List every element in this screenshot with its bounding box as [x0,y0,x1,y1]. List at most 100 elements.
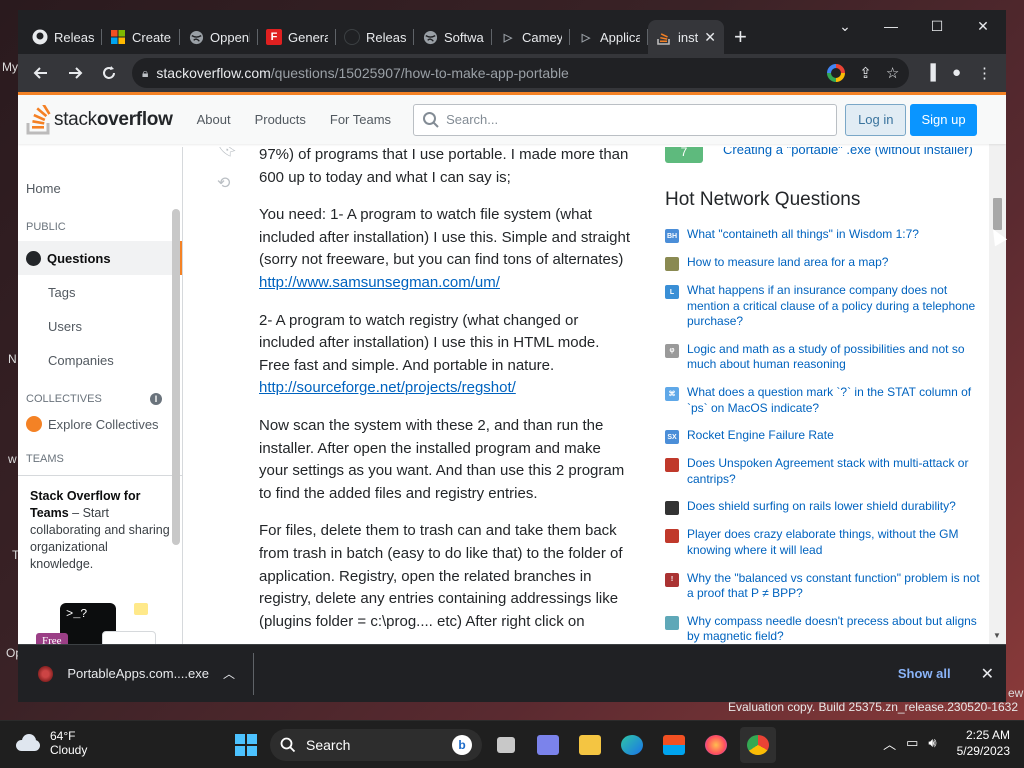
taskbar-app-task-view[interactable] [488,727,524,763]
hnq-link[interactable]: Logic and math as a study of possibiliti… [687,342,985,373]
desktop-fragment: N [8,352,17,366]
browser-tab[interactable]: ▷ Cameyo [492,20,570,54]
browser-tab-active[interactable]: inst ✕ [648,20,724,54]
free-badge: Free [36,633,68,644]
forward-button[interactable] [60,58,90,88]
hnq-link[interactable]: What does a question mark `?` in the STA… [687,385,985,416]
nav-about[interactable]: About [197,112,231,127]
hot-network-questions-heading: Hot Network Questions [665,189,861,210]
tab-label: Softwa [444,29,484,45]
sidebar-item-tags[interactable]: Tags [18,275,182,309]
desktop-fragment: w [8,452,17,466]
windows-logo-icon [235,734,257,756]
answer-actions: 🔖︎ ⟲ [217,147,237,193]
browser-tab[interactable]: Release [24,20,102,54]
scroll-down-icon[interactable]: ▼ [993,631,1001,640]
weather-widget[interactable]: 64°F Cloudy [14,729,87,757]
taskbar-search[interactable]: Search b [270,729,482,761]
show-all-button[interactable]: Show all [898,666,951,681]
close-window-button[interactable]: ✕ [960,10,1006,42]
side-panel-icon[interactable]: ▐ [925,64,936,82]
bookmark-icon[interactable]: 🔖︎ [217,147,237,159]
download-item[interactable]: PortableApps.com....exe ︿ [18,652,254,695]
tab-label: Release [366,29,406,45]
hnq-link[interactable]: Player does crazy elaborate things, with… [687,527,985,558]
sidebar-scrollbar[interactable] [172,209,180,545]
tab-label: Release [54,29,94,45]
download-bar: PortableApps.com....exe ︿ Show all ✕ [18,644,1006,702]
new-tab-button[interactable]: + [734,20,747,54]
address-bar[interactable]: 🔒︎ stackoverflow.com/questions/15025907/… [132,58,910,88]
share-icon[interactable]: ⇪ [859,64,872,82]
nav-for-teams[interactable]: For Teams [330,112,391,127]
bookmark-star-icon[interactable]: ☆ [886,64,899,82]
hnq-link[interactable]: How to measure land area for a map? [687,255,888,271]
stackoverflow-logo[interactable]: stackoverflow [26,104,173,135]
left-sidebar: Home PUBLIC Questions Tags Users Compani… [18,147,183,644]
search-icon [423,111,439,128]
close-icon[interactable]: ✕ [981,664,994,684]
rpg-icon [665,529,679,544]
related-question-link[interactable]: Creating a "portable" .exe (without inst… [723,147,973,158]
edge-icon [621,735,643,755]
network-icon[interactable]: ▭ [906,735,918,751]
top-nav: About Products For Teams [197,112,391,127]
browser-tab[interactable]: Softwa [414,20,492,54]
back-arrow-icon [33,67,47,79]
hnq-link[interactable]: Why compass needle doesn't precess about… [687,614,985,644]
hnq-link[interactable]: What "containeth all things" in Wisdom 1… [687,227,919,243]
sidebar-item-users[interactable]: Users [18,309,182,343]
hnq-link[interactable]: Does Unspoken Agreement stack with multi… [687,456,985,487]
lock-icon[interactable]: 🔒︎ [142,66,148,81]
tab-label: Create [132,29,172,45]
search-input[interactable] [446,112,837,127]
login-button[interactable]: Log in [845,103,907,136]
taskbar-app-firefox[interactable] [698,727,734,763]
firefox-icon [705,735,727,755]
clock[interactable]: 2:25 AM 5/29/2023 [957,727,1010,759]
menu-kebab-icon[interactable]: ⋮ [977,64,992,82]
taskbar-app-edge[interactable] [614,727,650,763]
taskbar-app-chrome[interactable] [740,727,776,763]
sidebar-item-home[interactable]: Home [18,171,182,205]
tab-label: Oppenl [210,29,250,45]
nav-products[interactable]: Products [255,112,306,127]
hnq-link[interactable]: Does shield surfing on rails lower shiel… [687,499,956,515]
hnq-link[interactable]: Rocket Engine Failure Rate [687,428,834,444]
answer-link[interactable]: http://sourceforge.net/projects/regshot/ [259,379,516,396]
hnq-link[interactable]: What happens if an insurance company doe… [687,283,985,330]
taskbar-app-store[interactable] [656,727,692,763]
gis-icon [665,257,679,271]
teams-promo[interactable]: Stack Overflow for Teams – Start collabo… [18,475,182,644]
taskbar-app-teams[interactable] [530,727,566,763]
tab-search-button[interactable]: ⌄ [822,10,868,42]
minimize-button[interactable]: — [868,10,914,42]
taskbar-app-explorer[interactable] [572,727,608,763]
answer-paragraph: You need: 1- A program to watch file sys… [259,206,631,291]
browser-tab[interactable]: F Genera [258,20,336,54]
chevron-up-icon[interactable]: ︿ [883,734,896,753]
hnq-link[interactable]: Why the "balanced vs constant function" … [687,571,985,602]
info-icon[interactable]: i [150,393,162,405]
answer-link[interactable]: http://www.samsunsegman.com/um/ [259,274,500,291]
tab-close-icon[interactable]: ✕ [704,29,716,46]
reload-button[interactable] [94,58,124,88]
page-scrollbar[interactable]: ▲ ▼ [989,92,1006,644]
browser-tab[interactable]: Create [102,20,180,54]
maximize-button[interactable]: ☐ [914,10,960,42]
signup-button[interactable]: Sign up [910,103,977,136]
browser-tab[interactable]: ▷ Applica [570,20,648,54]
chevron-up-icon[interactable]: ︿ [223,665,235,682]
store-icon [663,735,685,755]
back-button[interactable] [26,58,56,88]
browser-tab[interactable]: Oppenl [180,20,258,54]
browser-tab[interactable]: Release [336,20,414,54]
profile-icon[interactable]: ● [952,64,961,82]
google-icon[interactable] [827,64,846,82]
history-icon[interactable]: ⟲ [217,173,237,193]
start-button[interactable] [228,727,264,763]
sidebar-item-explore-collectives[interactable]: Explore Collectives [18,407,182,441]
sidebar-item-questions[interactable]: Questions [18,241,182,275]
sidebar-item-companies[interactable]: Companies [18,343,182,377]
volume-icon[interactable]: 🔊︎ [928,735,936,751]
